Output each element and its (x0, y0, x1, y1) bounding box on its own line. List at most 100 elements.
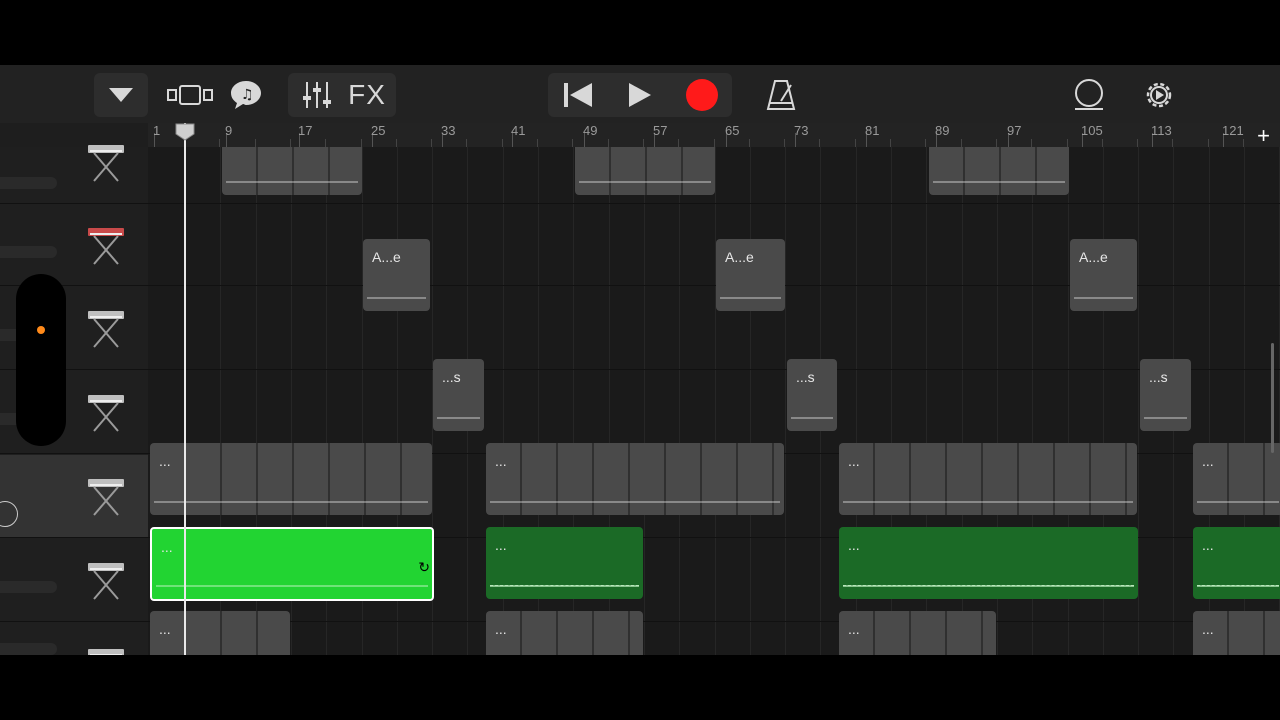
selected-track-header[interactable] (0, 455, 148, 537)
vertical-scrollbar[interactable] (1271, 343, 1274, 453)
mixer-icon (303, 82, 331, 108)
region-title: ...s (1149, 369, 1168, 385)
track-region[interactable]: ... (486, 443, 784, 515)
metronome-button[interactable] (756, 73, 806, 117)
ruler-subtick (784, 139, 786, 147)
track-header[interactable] (0, 145, 148, 204)
track-region[interactable]: A...e (716, 239, 785, 311)
region-title: ... (1202, 621, 1214, 637)
track-region[interactable]: ... (839, 443, 1137, 515)
ruler-bar-label: 25 (371, 123, 386, 138)
smart-controls-button[interactable]: ♫ (224, 73, 268, 117)
track-region[interactable] (929, 147, 1069, 195)
region-bar-divisions (486, 443, 784, 515)
timeline-ruler[interactable]: 1 9 17 25 33 41 49 57 65 73 81 89 97 105 113 121 + (148, 123, 1280, 148)
tracks-view-icon (167, 85, 213, 105)
ruler-subtick (748, 139, 750, 147)
play-icon (629, 83, 651, 107)
track-divider (148, 369, 1280, 370)
region-notes (843, 585, 1134, 587)
record-button[interactable] (672, 78, 732, 112)
play-button[interactable] (608, 80, 672, 110)
loop-handle-icon[interactable]: ↻ (418, 559, 430, 576)
track-region[interactable]: A...e (363, 239, 430, 311)
track-region[interactable] (575, 147, 715, 195)
ruler-bar-label: 17 (298, 123, 313, 138)
track-region[interactable]: ... ↻ (150, 527, 434, 601)
track-region[interactable]: A...e (1070, 239, 1137, 311)
svg-text:♫: ♫ (241, 87, 254, 103)
loop-browser-button[interactable] (1064, 73, 1114, 117)
region-title: A...e (372, 249, 401, 265)
region-notes (1144, 417, 1187, 419)
track-region[interactable]: ... (839, 611, 996, 655)
ruler-bar-label: 121 (1222, 123, 1244, 138)
track-instrument (86, 643, 126, 655)
ruler-subtick (1243, 139, 1244, 147)
track-instrument (86, 139, 126, 188)
track-header[interactable] (0, 203, 148, 286)
track-header[interactable] (0, 621, 148, 655)
region-title: ... (495, 537, 507, 553)
track-region[interactable]: ... (1193, 611, 1280, 655)
add-section-button[interactable]: + (1257, 123, 1270, 149)
region-bar-divisions (150, 443, 432, 515)
ruler-bar-label: 9 (225, 123, 233, 138)
region-title: A...e (725, 249, 754, 265)
track-region[interactable]: ... (839, 527, 1138, 599)
track-instrument (86, 389, 126, 438)
volume-indicator (37, 326, 45, 334)
region-notes (843, 501, 1133, 503)
tracks-view-button[interactable] (164, 73, 218, 117)
mixer-button[interactable] (292, 80, 342, 110)
track-region[interactable]: ... (150, 443, 432, 515)
track-region[interactable]: ... (1193, 527, 1280, 599)
region-notes (490, 501, 780, 503)
track-region[interactable]: ... (150, 611, 290, 655)
track-region[interactable]: ... (486, 611, 643, 655)
track-region[interactable]: ...s (1140, 359, 1191, 431)
region-bar-divisions (929, 147, 1069, 195)
track-name-bar (0, 581, 57, 593)
track-instrument (86, 222, 126, 271)
region-notes (437, 417, 480, 419)
region-notes (720, 297, 781, 299)
playhead[interactable] (184, 123, 186, 655)
track-region[interactable] (222, 147, 362, 195)
track-region[interactable]: ... (1193, 443, 1280, 515)
region-notes (933, 181, 1065, 183)
ruler-subtick (572, 139, 574, 147)
region-notes (1074, 297, 1133, 299)
toolbar: ♫ FX (0, 65, 1280, 123)
ruler-subtick (219, 139, 221, 147)
track-region[interactable]: ...s (433, 359, 484, 431)
rewind-button[interactable] (548, 80, 608, 110)
ruler-subtick (925, 139, 927, 147)
region-title: ... (1202, 453, 1214, 469)
speech-bubble-icon: ♫ (231, 81, 261, 109)
region-bar-divisions (150, 611, 290, 655)
dropdown-button[interactable] (94, 73, 148, 117)
tracks-area[interactable]: A...e A...e A...e ...s ...s ...s.............… (148, 147, 1280, 655)
loop-browser-icon (1075, 79, 1103, 110)
region-title: ... (159, 621, 171, 637)
settings-button[interactable] (1134, 73, 1184, 117)
playhead-handle[interactable] (174, 123, 196, 141)
track-region[interactable]: ... (486, 527, 643, 599)
track-header[interactable] (0, 537, 148, 622)
track-region[interactable]: ...s (787, 359, 837, 431)
ruler-subtick (1137, 139, 1139, 147)
fx-button[interactable]: FX (342, 79, 392, 111)
ruler-bar-label: 57 (653, 123, 668, 138)
track-volume-slider[interactable] (16, 274, 66, 446)
ruler-subtick (537, 139, 538, 147)
region-title: ... (495, 621, 507, 637)
track-name-bar (0, 643, 57, 655)
keyboard-instrument-icon (88, 395, 124, 432)
keyboard-instrument-icon (88, 311, 124, 348)
ruler-subtick (960, 139, 962, 147)
ruler-subtick (431, 139, 433, 147)
keyboard-instrument-icon (88, 145, 124, 182)
region-notes (154, 501, 428, 503)
region-bar-divisions (222, 147, 362, 195)
